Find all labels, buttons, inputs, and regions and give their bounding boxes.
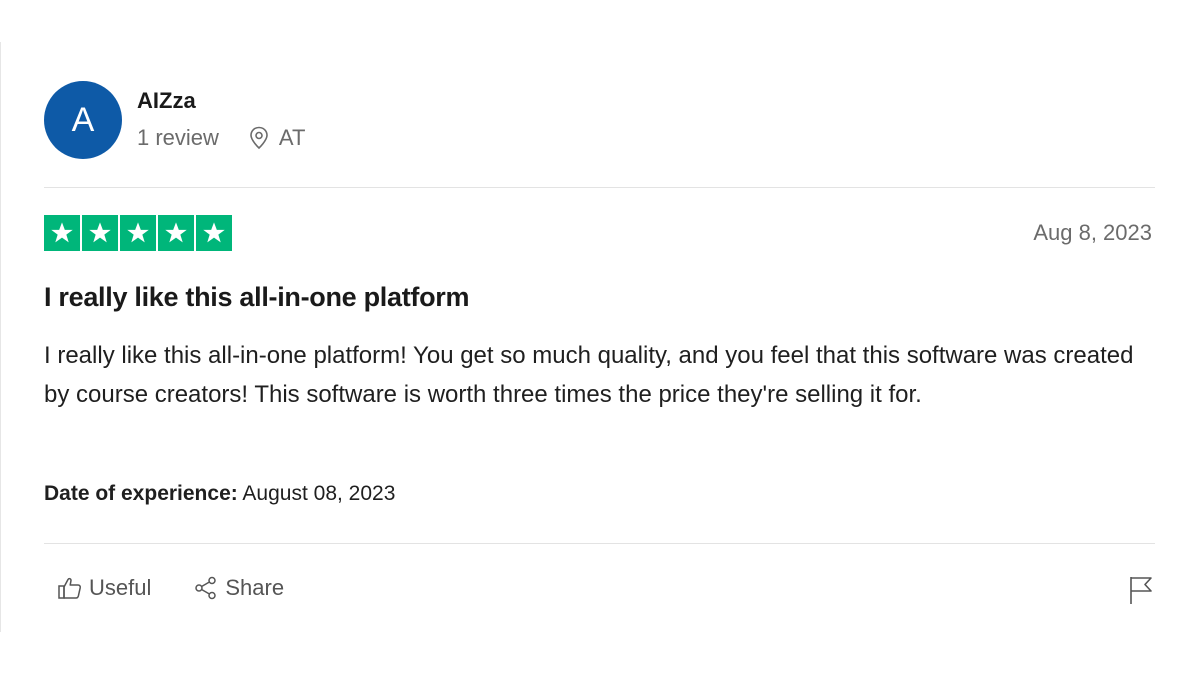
review-actions: Useful Share [57,575,284,601]
star-icon [44,215,80,251]
reviewer-name[interactable]: AIZza [137,88,196,114]
star-icon [120,215,156,251]
thumbs-up-icon [58,577,82,599]
useful-button[interactable]: Useful [57,575,151,601]
review-count: 1 review [137,125,219,150]
review-card: A AIZza 1 review AT Aug 8, 2023 I really… [0,42,1198,632]
experience-date: August 08, 2023 [237,482,396,505]
star-icon [158,215,194,251]
avatar[interactable]: A [44,81,122,159]
date-of-experience: Date of experience: August 08, 2023 [44,482,395,506]
useful-label: Useful [89,575,152,600]
star-icon [82,215,118,251]
share-icon [195,576,217,600]
star-icon [196,215,232,251]
avatar-initial: A [71,100,95,139]
location-pin-icon [250,126,268,150]
review-body: I really like this all-in-one platform! … [44,342,1134,408]
review-date: Aug 8, 2023 [1033,220,1152,245]
star-rating [44,215,232,251]
experience-label: Date of experience: [44,482,238,505]
share-button[interactable]: Share [193,575,284,601]
reviewer-meta: 1 review AT [137,125,305,151]
header-divider [44,187,1155,188]
location-label: AT [278,125,306,150]
reviewer-location: AT [249,125,305,151]
review-title: I really like this all-in-one platform [44,282,470,312]
share-label: Share [225,575,285,600]
flag-icon[interactable] [1127,575,1155,605]
footer-divider [44,543,1155,544]
